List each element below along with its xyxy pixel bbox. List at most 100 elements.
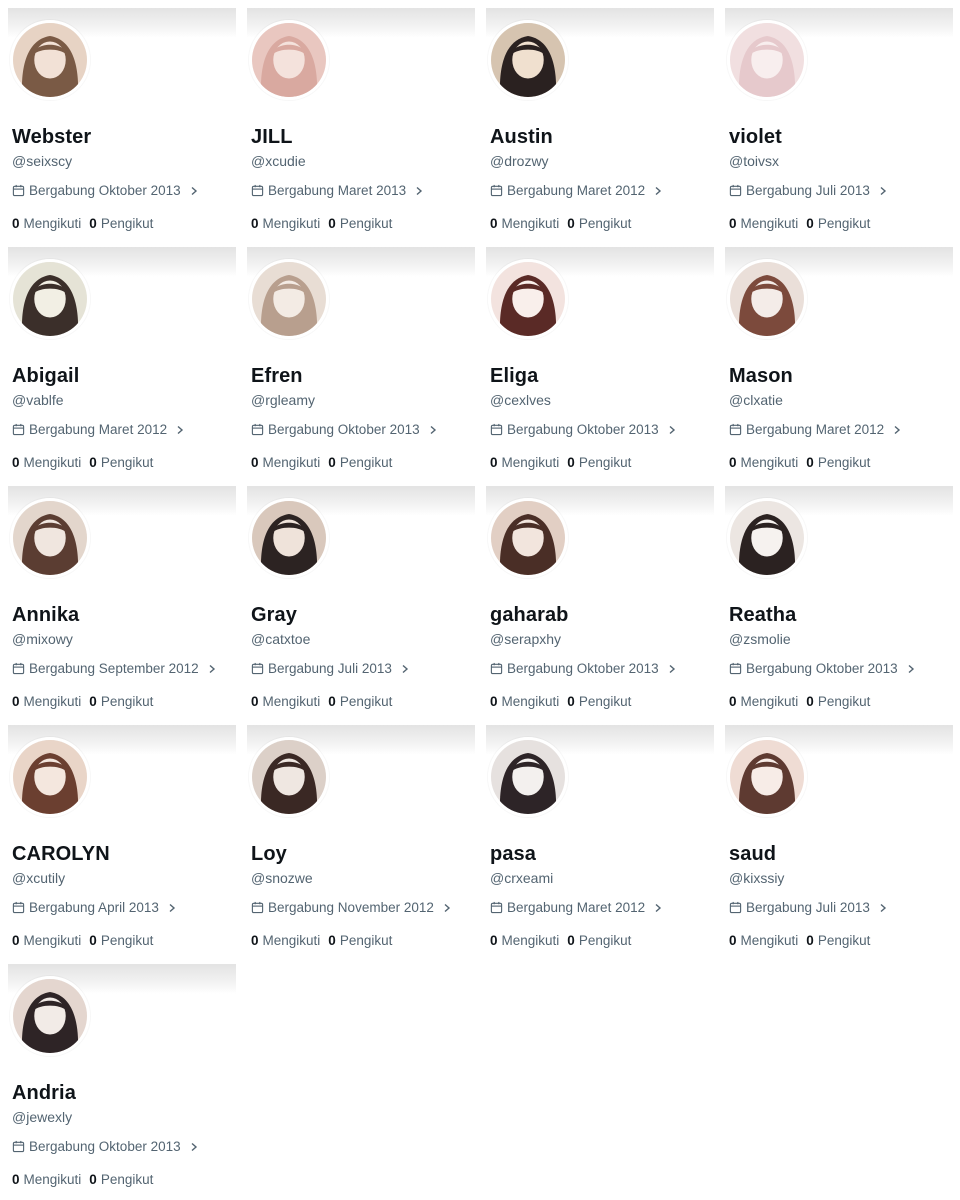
profile-card[interactable]: Gray @catxtoe Bergabung Juli 2013 0 Mengi… xyxy=(247,486,475,718)
avatar[interactable] xyxy=(249,737,329,817)
followers-link[interactable]: 0 Pengikut xyxy=(806,694,870,709)
join-date[interactable]: Bergabung April 2013 xyxy=(12,900,177,915)
profile-card[interactable]: violet @toivsx Bergabung Juli 2013 0 Meng… xyxy=(725,8,953,240)
avatar[interactable] xyxy=(488,20,568,100)
following-count: 0 xyxy=(490,216,498,231)
avatar[interactable] xyxy=(249,498,329,578)
followers-link[interactable]: 0 Pengikut xyxy=(328,933,392,948)
avatar[interactable] xyxy=(727,498,807,578)
following-count: 0 xyxy=(729,216,737,231)
chevron-right-icon xyxy=(402,664,408,673)
join-date[interactable]: Bergabung Oktober 2013 xyxy=(12,183,199,198)
join-date[interactable]: Bergabung September 2012 xyxy=(12,661,217,676)
join-date[interactable]: Bergabung Maret 2012 xyxy=(490,183,663,198)
followers-label: Pengikut xyxy=(100,455,154,470)
followers-link[interactable]: 0 Pengikut xyxy=(89,1172,153,1187)
join-date[interactable]: Bergabung Oktober 2013 xyxy=(251,422,438,437)
join-date-label: Bergabung Maret 2012 xyxy=(507,183,646,198)
followers-link[interactable]: 0 Pengikut xyxy=(89,933,153,948)
followers-link[interactable]: 0 Pengikut xyxy=(806,455,870,470)
followers-link[interactable]: 0 Pengikut xyxy=(328,216,392,231)
followers-link[interactable]: 0 Pengikut xyxy=(806,216,870,231)
avatar[interactable] xyxy=(10,976,90,1056)
avatar[interactable] xyxy=(488,259,568,339)
profile-card[interactable]: CAROLYN @xcutily Bergabung April 2013 0M… xyxy=(8,725,236,957)
avatar[interactable] xyxy=(10,737,90,817)
following-link[interactable]: 0 Mengikuti xyxy=(490,216,559,231)
profile-card[interactable]: Abigail @vablfe Bergabung Maret 2012 0 Me… xyxy=(8,247,236,479)
calendar-icon xyxy=(490,662,503,675)
followers-link[interactable]: 0 Pengikut xyxy=(567,216,631,231)
calendar-icon xyxy=(251,423,264,436)
following-link[interactable]: 0 Mengikuti xyxy=(729,933,798,948)
followers-link[interactable]: 0 Pengikut xyxy=(89,455,153,470)
join-date[interactable]: Bergabung Maret 2012 xyxy=(12,422,185,437)
avatar[interactable] xyxy=(10,259,90,339)
avatar[interactable] xyxy=(488,737,568,817)
followers-link[interactable]: 0 Pengikut xyxy=(89,216,153,231)
avatar[interactable] xyxy=(488,498,568,578)
avatar[interactable] xyxy=(727,737,807,817)
followers-label: Pengikut xyxy=(339,933,393,948)
profile-card[interactable]: Webster @seixscy Bergabung Oktober 2013 … xyxy=(8,8,236,240)
followers-link[interactable]: 0 Pengikut xyxy=(567,933,631,948)
profile-card[interactable]: Efren @rgleamy Bergabung Oktober 2013 0M… xyxy=(247,247,475,479)
join-date[interactable]: Bergabung Maret 2013 xyxy=(251,183,424,198)
avatar-image xyxy=(13,262,87,336)
following-link[interactable]: 0 Mengikuti xyxy=(12,1172,81,1187)
followers-link[interactable]: 0 Pengikut xyxy=(328,694,392,709)
avatar[interactable] xyxy=(249,20,329,100)
avatar[interactable] xyxy=(727,259,807,339)
avatar[interactable] xyxy=(10,20,90,100)
following-link[interactable]: 0 Mengikuti xyxy=(251,933,320,948)
profile-card[interactable]: Mason @clxatie Bergabung Maret 2012 0 Men… xyxy=(725,247,953,479)
following-count: 0 xyxy=(251,455,259,470)
profile-card[interactable]: pasa @crxeami Bergabung Maret 2012 0 Meng… xyxy=(486,725,714,957)
avatar[interactable] xyxy=(727,20,807,100)
join-date[interactable]: Bergabung Oktober 2013 xyxy=(490,661,677,676)
following-link[interactable]: 0 Mengikuti xyxy=(12,216,81,231)
following-link[interactable]: 0 Mengikuti xyxy=(251,216,320,231)
following-link[interactable]: 0 Mengikuti xyxy=(12,694,81,709)
following-link[interactable]: 0 Mengikuti xyxy=(729,455,798,470)
follow-stats: 0 Mengikuti 0 Pengikut xyxy=(12,216,153,231)
following-link[interactable]: 0 Mengikuti xyxy=(490,455,559,470)
following-link[interactable]: 0 Mengikuti xyxy=(12,933,81,948)
following-link[interactable]: 0 Mengikuti xyxy=(729,694,798,709)
following-link[interactable]: 0 Mengikuti xyxy=(251,694,320,709)
profile-card[interactable]: saud @kixssiy Bergabung Juli 2013 0 Mengi… xyxy=(725,725,953,957)
avatar[interactable] xyxy=(10,498,90,578)
following-link[interactable]: 0 Mengikuti xyxy=(490,933,559,948)
profile-card[interactable]: Andria @jewexly Bergabung Oktober 2013 0… xyxy=(8,964,236,1196)
followers-link[interactable]: 0 Pengikut xyxy=(806,933,870,948)
followers-count: 0 xyxy=(89,694,97,709)
following-link[interactable]: 0 Mengikuti xyxy=(251,455,320,470)
profile-card[interactable]: Eliga @cexlves Bergabung Oktober 2013 0M… xyxy=(486,247,714,479)
followers-link[interactable]: 0 Pengikut xyxy=(89,694,153,709)
avatar[interactable] xyxy=(249,259,329,339)
profile-card[interactable]: gaharab @serapxhy Bergabung Oktober 2013… xyxy=(486,486,714,718)
profile-card[interactable]: Annika @mixowy Bergabung September 2012 … xyxy=(8,486,236,718)
join-date-label: Bergabung Juli 2013 xyxy=(746,900,870,915)
join-date[interactable]: Bergabung November 2012 xyxy=(251,900,452,915)
profile-card[interactable]: JILL @xcudie Bergabung Maret 2013 0 Mengi… xyxy=(247,8,475,240)
following-link[interactable]: 0 Mengikuti xyxy=(729,216,798,231)
join-date[interactable]: Bergabung Juli 2013 xyxy=(729,900,888,915)
profile-card[interactable]: Reatha @zsmolie Bergabung Oktober 2013 0… xyxy=(725,486,953,718)
join-date[interactable]: Bergabung Maret 2012 xyxy=(729,422,902,437)
calendar-icon xyxy=(490,901,503,914)
followers-link[interactable]: 0 Pengikut xyxy=(567,455,631,470)
followers-link[interactable]: 0 Pengikut xyxy=(328,455,392,470)
join-date[interactable]: Bergabung Juli 2013 xyxy=(251,661,410,676)
join-date[interactable]: Bergabung Oktober 2013 xyxy=(12,1139,199,1154)
profile-card[interactable]: Loy @snozwe Bergabung November 2012 0 Men… xyxy=(247,725,475,957)
join-date[interactable]: Bergabung Juli 2013 xyxy=(729,183,888,198)
followers-link[interactable]: 0 Pengikut xyxy=(567,694,631,709)
chevron-right-icon xyxy=(880,903,886,912)
following-link[interactable]: 0 Mengikuti xyxy=(12,455,81,470)
following-link[interactable]: 0 Mengikuti xyxy=(490,694,559,709)
join-date[interactable]: Bergabung Oktober 2013 xyxy=(729,661,916,676)
join-date[interactable]: Bergabung Maret 2012 xyxy=(490,900,663,915)
profile-card[interactable]: Austin @drozwy Bergabung Maret 2012 0 Men… xyxy=(486,8,714,240)
join-date[interactable]: Bergabung Oktober 2013 xyxy=(490,422,677,437)
